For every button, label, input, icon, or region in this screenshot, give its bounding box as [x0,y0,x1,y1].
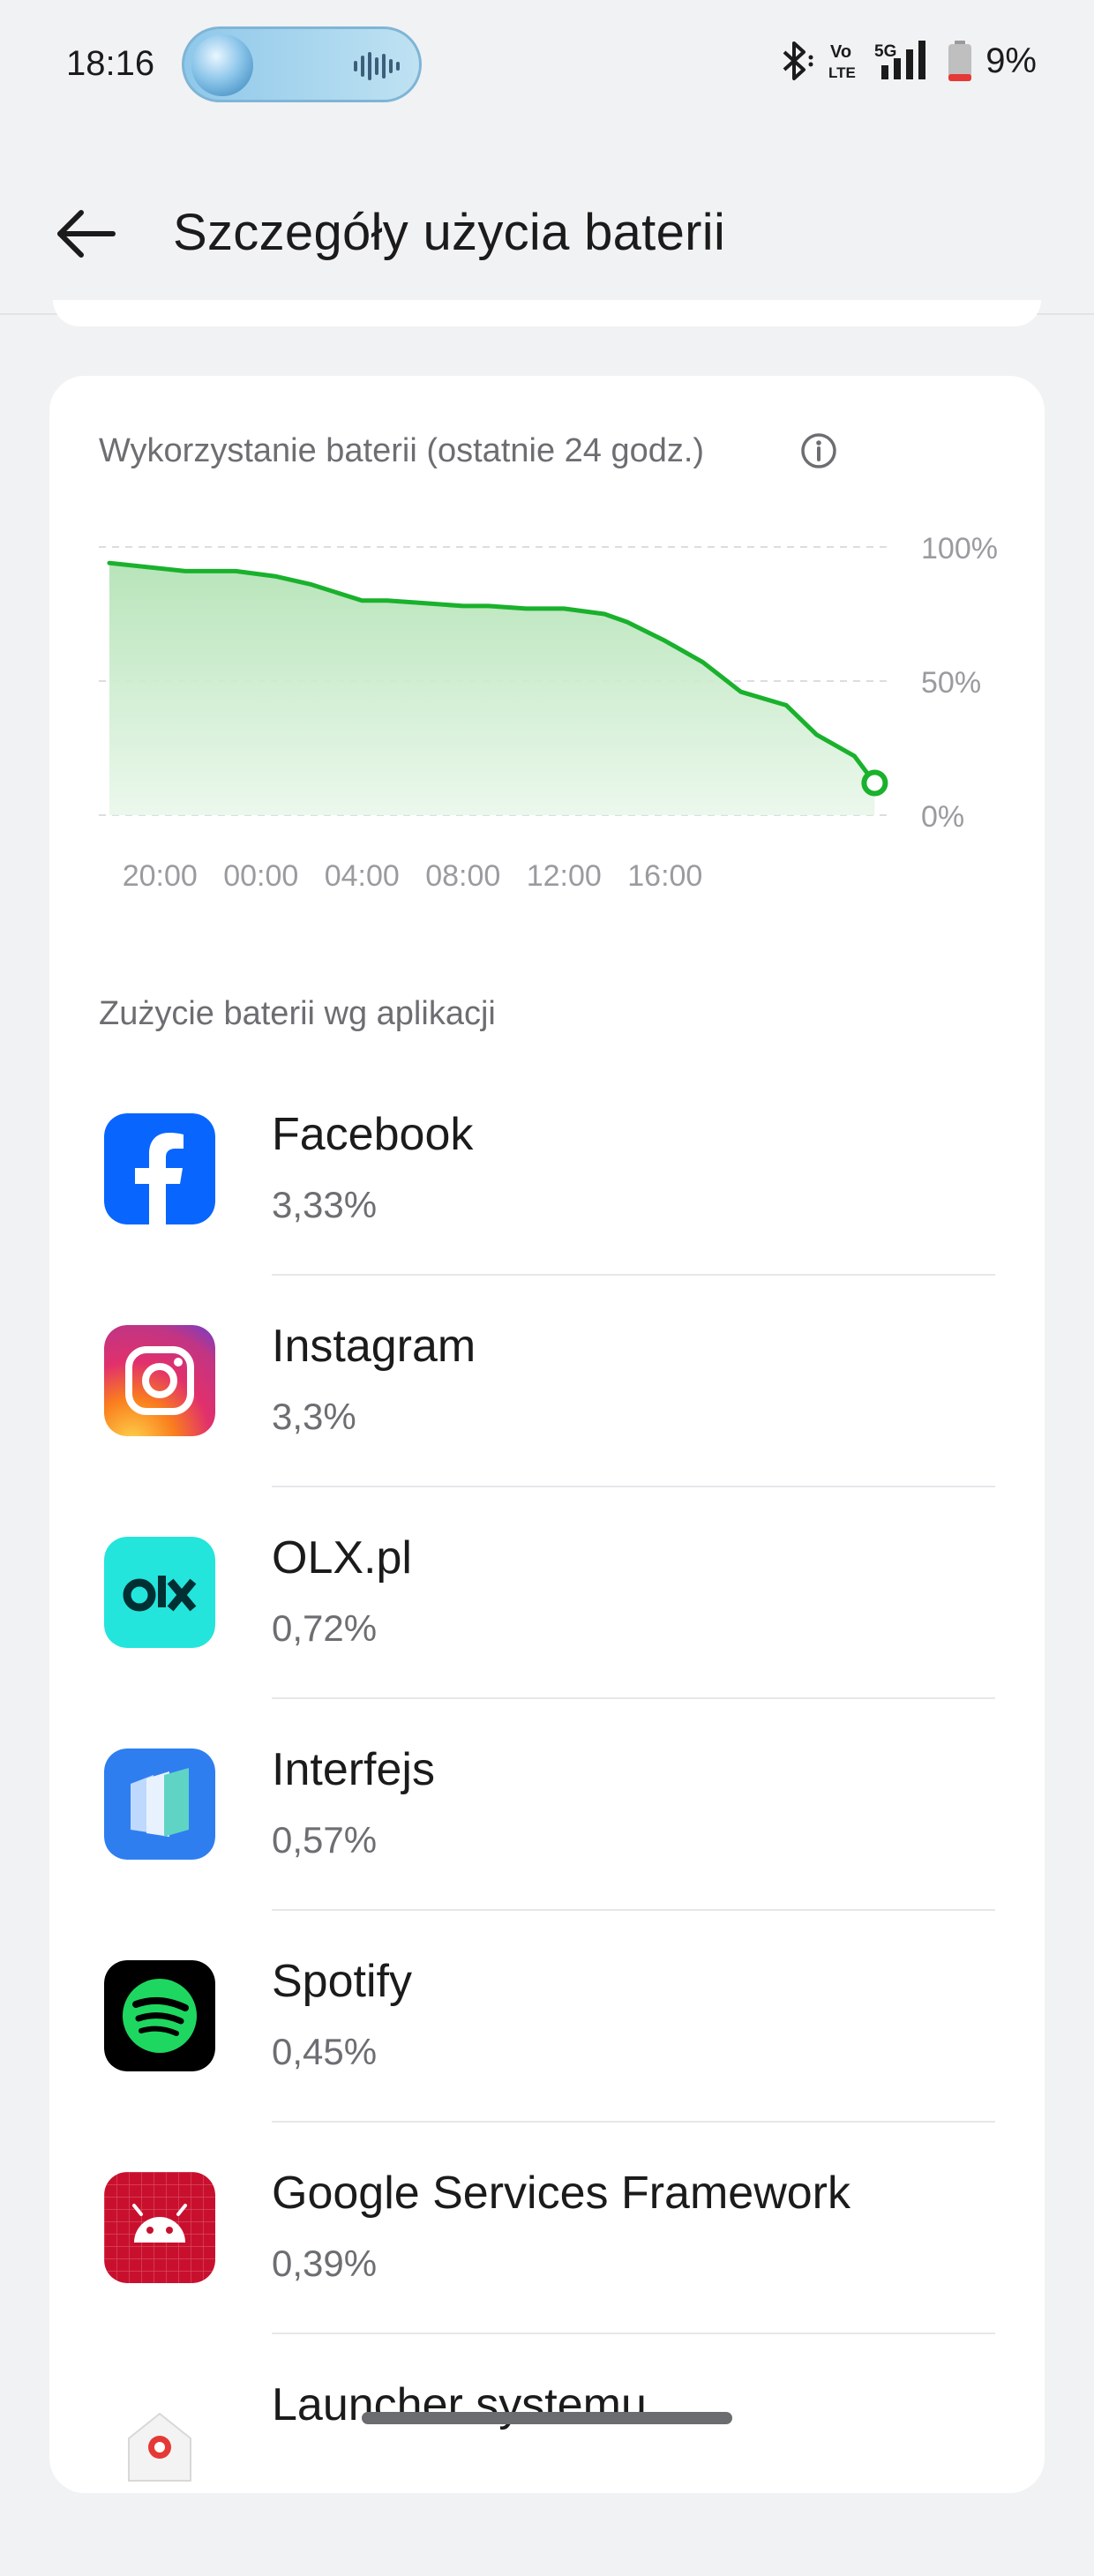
y-tick-label: 50% [921,666,981,700]
app-row-launcher-systemu[interactable]: Launcher systemu [0,2364,1094,2576]
app-name: Interfejs [272,1744,435,1795]
app-row-interfejs[interactable]: Interfejs 0,57% [0,1729,1094,1941]
x-tick-label: 00:00 [223,859,298,893]
app-usage-percent: 0,39% [272,2243,378,2284]
status-bar: 18:16 Vo LTE 5G 9% [0,0,1094,132]
interfejs-icon [104,1749,215,1860]
bluetooth-icon [783,41,813,80]
olx-icon [104,1537,215,1648]
home-indicator[interactable] [362,2412,732,2424]
app-usage-percent: 3,33% [272,1184,378,1225]
audio-wave-icon [354,52,400,80]
info-icon[interactable] [799,431,838,470]
back-button[interactable] [51,203,122,265]
app-row-spotify[interactable]: Spotify 0,45% [0,1941,1094,2153]
svg-text:LTE: LTE [828,64,856,81]
svg-text:5G: 5G [874,42,896,61]
battery-low-icon [948,41,972,81]
app-row-google-services-framework[interactable]: Google Services Framework 0,39% [0,2153,1094,2364]
x-tick-label: 20:00 [123,859,198,893]
app-name: OLX.pl [272,1532,412,1584]
status-time: 18:16 [66,44,155,83]
chart-title: Wykorzystanie baterii (ostatnie 24 godz.… [99,432,705,469]
app-name: Facebook [272,1109,474,1160]
app-usage-percent: 0,72% [272,1607,378,1649]
x-tick-label: 16:00 [627,859,702,893]
app-name: Instagram [272,1321,476,1372]
app-row-instagram[interactable]: Instagram 3,3% [0,1306,1094,1517]
list-divider [272,1909,995,1911]
list-divider [272,1697,995,1699]
app-usage-percent: 3,3% [272,1396,356,1437]
facebook-icon [104,1113,215,1224]
status-icons: Vo LTE 5G 9% [777,39,1037,83]
list-divider [272,1274,995,1276]
current-level-marker [861,769,888,797]
app-usage-percent: 0,57% [272,1819,378,1861]
battery-percent: 9% [985,41,1037,80]
list-divider [272,2333,995,2334]
media-pill[interactable] [182,26,422,102]
back-arrow-icon [57,210,116,258]
previous-card-edge [53,300,1041,326]
app-name: Spotify [272,1956,412,2007]
battery-usage-chart: 100% 50% 0% 20:00 00:00 04:00 08:00 12:00 16:00 [99,532,998,893]
x-tick-label: 08:00 [425,859,500,893]
android-icon [104,2172,215,2283]
app-name: Google Services Framework [272,2168,850,2219]
media-pill-icon [191,34,253,96]
signal-5g-icon: 5G [874,41,926,79]
list-divider [272,1486,995,1487]
y-tick-label: 100% [921,532,998,565]
app-row-olx[interactable]: OLX.pl 0,72% [0,1517,1094,1729]
app-usage-section-label: Zużycie baterii wg aplikacji [99,995,496,1032]
y-tick-label: 0% [921,800,964,834]
list-divider [272,2121,995,2123]
x-tick-label: 04:00 [325,859,400,893]
page-title: Szczegóły użycia baterii [173,204,726,261]
app-row-facebook[interactable]: Facebook 3,33% [0,1094,1094,1306]
app-usage-list: Facebook 3,33% Instagram 3,3% OLX.pl 0,7… [0,1094,1094,2576]
launcher-icon [104,2384,215,2495]
x-tick-label: 12:00 [527,859,602,893]
instagram-icon [104,1325,215,1436]
app-usage-percent: 0,45% [272,2031,378,2072]
spotify-icon [104,1960,215,2071]
svg-text:Vo: Vo [830,42,851,62]
volte-icon: Vo LTE [828,42,856,81]
battery-area-fill [109,563,875,815]
